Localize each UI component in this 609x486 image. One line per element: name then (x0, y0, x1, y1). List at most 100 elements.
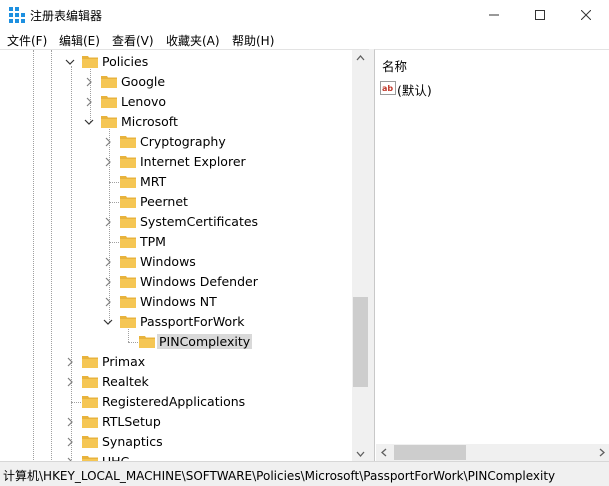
tree-node-label: Policies (102, 54, 149, 69)
folder-icon (120, 296, 136, 308)
tree-node[interactable]: Policies (0, 52, 350, 72)
folder-icon (120, 236, 136, 248)
tree-node[interactable]: Synaptics (0, 432, 350, 452)
chevron-right-icon[interactable] (65, 416, 75, 428)
reg-sz-icon: ab (380, 81, 396, 95)
tree-node-label: Synaptics (102, 434, 163, 449)
folder-icon (101, 96, 117, 108)
chevron-down-icon[interactable] (84, 116, 94, 128)
chevron-right-icon[interactable] (65, 356, 75, 368)
scroll-down-icon[interactable] (352, 445, 369, 462)
tree-node[interactable]: Primax (0, 352, 350, 372)
tree-node-label: SystemCertificates (140, 214, 259, 229)
tree-node[interactable]: Peernet (0, 192, 350, 212)
folder-icon (101, 116, 117, 128)
menu-view[interactable]: 查看(V) (112, 32, 154, 49)
column-header-name[interactable]: 名称 (382, 56, 407, 75)
folder-icon (120, 136, 136, 148)
close-button[interactable] (563, 0, 609, 30)
menu-file[interactable]: 文件(F) (7, 32, 47, 49)
value-name: (默认) (397, 83, 432, 98)
chevron-right-icon[interactable] (65, 376, 75, 388)
folder-icon (82, 396, 98, 408)
tree-node-label: Windows Defender (140, 274, 258, 289)
chevron-right-icon[interactable] (103, 136, 113, 148)
chevron-right-icon[interactable] (84, 96, 94, 108)
tree-node[interactable]: Windows (0, 252, 350, 272)
menu-favorites[interactable]: 收藏夹(A) (166, 32, 220, 49)
list-scroll-thumb[interactable] (394, 445, 466, 460)
chevron-right-icon[interactable] (65, 436, 75, 448)
tree-scroll-thumb[interactable] (353, 297, 368, 387)
tree-vertical-scrollbar[interactable] (352, 50, 369, 462)
registry-tree[interactable]: Policies Google Lenovo Microsoft Cryptograph… (0, 49, 369, 462)
chevron-right-icon[interactable] (84, 76, 94, 88)
tree-node[interactable]: Windows NT (0, 292, 350, 312)
menu-edit[interactable]: 编辑(E) (59, 32, 100, 49)
menu-help[interactable]: 帮助(H) (232, 32, 274, 49)
tree-node-label: RegisteredApplications (102, 394, 246, 409)
tree-node-label: Cryptography (140, 134, 226, 149)
tree-node-label: Peernet (140, 194, 188, 209)
folder-icon (82, 416, 98, 428)
maximize-button[interactable] (517, 0, 563, 30)
tree-node[interactable]: Cryptography (0, 132, 350, 152)
tree-node[interactable]: PassportForWork (0, 312, 350, 332)
svg-text:ab: ab (382, 84, 393, 93)
tree-node-label: Windows (140, 254, 196, 269)
chevron-down-icon[interactable] (103, 316, 113, 328)
tree-node-label: PassportForWork (140, 314, 245, 329)
tree-node-label: MRT (140, 174, 167, 189)
tree-node[interactable]: SystemCertificates (0, 212, 350, 232)
chevron-down-icon[interactable] (65, 56, 75, 68)
tree-node-label: Realtek (102, 374, 149, 389)
tree-node[interactable]: Google (0, 72, 350, 92)
folder-icon (120, 216, 136, 228)
status-path: 计算机\HKEY_LOCAL_MACHINE\SOFTWARE\Policies… (3, 469, 556, 483)
scroll-up-icon[interactable] (352, 50, 369, 67)
tree-node[interactable]: RegisteredApplications (0, 392, 350, 412)
folder-icon (82, 56, 98, 68)
scroll-right-icon[interactable] (593, 444, 609, 461)
tree-node[interactable]: Microsoft (0, 112, 350, 132)
window-title: 注册表编辑器 (30, 9, 103, 23)
status-bar: 计算机\HKEY_LOCAL_MACHINE\SOFTWARE\Policies… (0, 461, 609, 486)
chevron-right-icon[interactable] (103, 296, 113, 308)
chevron-right-icon[interactable] (103, 256, 113, 268)
tree-node[interactable]: MRT (0, 172, 350, 192)
tree-node[interactable]: PINComplexity (0, 332, 350, 352)
minimize-button[interactable] (471, 0, 517, 30)
tree-node-label: Google (121, 74, 166, 89)
close-icon (581, 10, 591, 20)
tree-node-label: Lenovo (121, 94, 167, 109)
values-list[interactable]: 名称 ab (默认) (374, 49, 609, 462)
chevron-right-icon[interactable] (103, 156, 113, 168)
folder-icon (82, 356, 98, 368)
folder-icon (101, 76, 117, 88)
title-bar: 注册表编辑器 (0, 0, 609, 30)
folder-icon (120, 316, 136, 328)
tree-node-label: Primax (102, 354, 146, 369)
tree-node[interactable]: Windows Defender (0, 272, 350, 292)
tree-node[interactable]: Lenovo (0, 92, 350, 112)
tree-node-label: Windows NT (140, 294, 217, 309)
folder-icon (82, 436, 98, 448)
tree-node[interactable]: Internet Explorer (0, 152, 350, 172)
folder-icon (82, 376, 98, 388)
folder-icon (120, 196, 136, 208)
list-horizontal-scrollbar[interactable] (376, 444, 609, 461)
folder-icon (139, 336, 155, 348)
chevron-right-icon[interactable] (103, 276, 113, 288)
tree-node-label: Internet Explorer (140, 154, 246, 169)
regedit-icon (9, 7, 25, 23)
tree-node-label: TPM (140, 234, 166, 249)
tree-node-label: RTLSetup (102, 414, 161, 429)
tree-node[interactable]: Realtek (0, 372, 350, 392)
maximize-icon (535, 10, 545, 20)
tree-node[interactable]: TPM (0, 232, 350, 252)
chevron-right-icon[interactable] (103, 216, 113, 228)
tree-node-label: Microsoft (121, 114, 178, 129)
tree-node[interactable]: RTLSetup (0, 412, 350, 432)
scroll-left-icon[interactable] (376, 444, 393, 461)
folder-icon (120, 176, 136, 188)
